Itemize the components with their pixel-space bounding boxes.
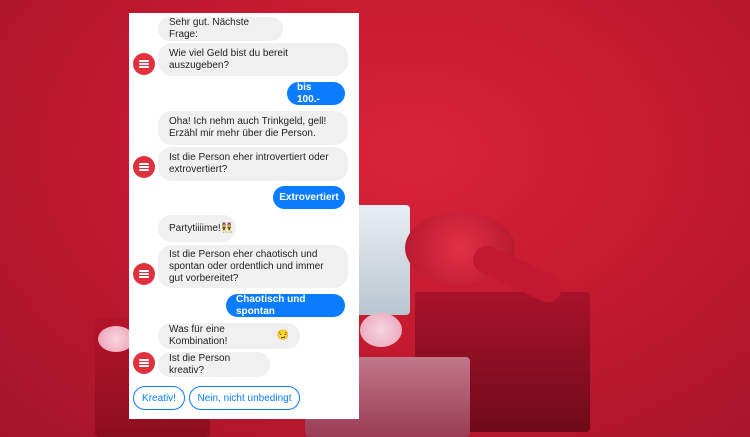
user-message: Extrovertiert bbox=[273, 186, 345, 209]
message-text: Sehr gut. Nächste Frage: bbox=[169, 17, 250, 40]
message-text: Ist die Person kreativ? bbox=[169, 352, 231, 376]
message-text: Wie viel Geld bist du bereit auszugeben? bbox=[169, 47, 288, 71]
message-text: Chaotisch und spontan bbox=[236, 293, 306, 317]
dancers-emoji-icon: 👯 bbox=[220, 222, 234, 234]
user-message: bis 100.- bbox=[287, 82, 345, 105]
gift-box-white bbox=[350, 205, 410, 315]
message-text: Was für eine Kombination! bbox=[169, 324, 228, 347]
bot-message: Oha! Ich nehm auch Trinkgeld, gell! Erzä… bbox=[158, 111, 348, 145]
message-text: Partytiiiime! bbox=[169, 222, 221, 234]
pink-bow bbox=[360, 313, 402, 347]
smirk-emoji-icon: 😏 bbox=[276, 330, 289, 341]
bot-message: Ist die Person kreativ? bbox=[158, 352, 270, 377]
message-text: Ist die Person eher introvertiert oder e… bbox=[169, 152, 329, 175]
bot-message: Ist die Person eher introvertiert oder e… bbox=[158, 147, 348, 181]
quick-reply-kreativ-button[interactable]: Kreativ! bbox=[133, 386, 185, 410]
message-text: Ist die Person eher chaotisch und sponta… bbox=[169, 248, 324, 284]
bot-message: Wie viel Geld bist du bereit auszugeben? bbox=[158, 43, 348, 76]
quick-reply-nein-button[interactable]: Nein, nicht unbedingt bbox=[189, 386, 300, 410]
bot-avatar-menu-lines-icon bbox=[133, 263, 155, 285]
bot-message: Sehr gut. Nächste Frage: bbox=[158, 17, 283, 41]
bot-avatar-menu-lines-icon bbox=[133, 53, 155, 75]
user-message: Chaotisch und spontan bbox=[226, 294, 345, 317]
bot-avatar-menu-lines-icon bbox=[133, 156, 155, 178]
bot-message: Was für eine Kombination! 😏 bbox=[158, 323, 300, 349]
bot-message: Partytiiiime! 👯 bbox=[158, 215, 236, 242]
bot-message: Ist die Person eher chaotisch und sponta… bbox=[158, 245, 348, 288]
bot-avatar-menu-lines-icon bbox=[133, 352, 155, 374]
message-text: Extrovertiert bbox=[279, 191, 339, 203]
message-text: Oha! Ich nehm auch Trinkgeld, gell! Erzä… bbox=[169, 116, 327, 139]
message-text: bis 100.- bbox=[297, 81, 320, 105]
background-gifts-image bbox=[0, 0, 750, 437]
